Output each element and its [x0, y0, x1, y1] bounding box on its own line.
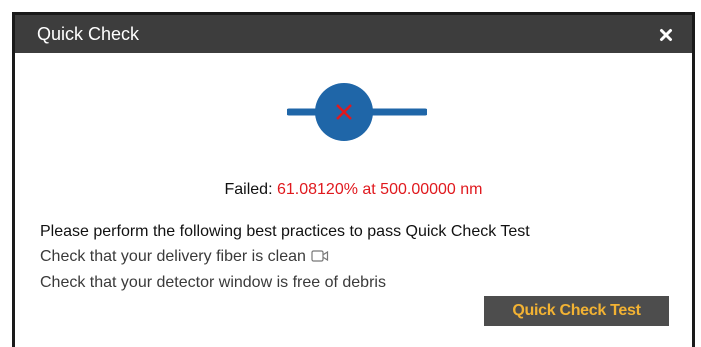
fail-status-graphic [285, 81, 429, 143]
quick-check-dialog: Quick Check Failed: 61.08120% at 500.000… [12, 12, 695, 347]
failed-label: Failed: [224, 181, 273, 198]
practice-item-fiber-clean: Check that your delivery fiber is clean [40, 248, 329, 268]
failed-value: 61.08120% at 500.00000 nm [276, 181, 483, 198]
practice-item-label: Check that your detector window is free … [40, 274, 386, 291]
practice-item-window-debris: Check that your detector window is free … [40, 274, 386, 292]
dialog-title: Quick Check [37, 24, 140, 44]
video-icon[interactable] [311, 249, 329, 268]
failed-result: Failed: 61.08120% at 500.00000 nm [15, 181, 692, 199]
close-icon[interactable] [658, 27, 674, 43]
dialog-titlebar: Quick Check [15, 15, 692, 53]
fail-x-icon [285, 83, 429, 141]
quick-check-test-button[interactable]: Quick Check Test [484, 296, 669, 326]
instructions-heading: Please perform the following best practi… [40, 223, 530, 240]
practice-item-label: Check that your delivery fiber is clean [40, 248, 306, 265]
